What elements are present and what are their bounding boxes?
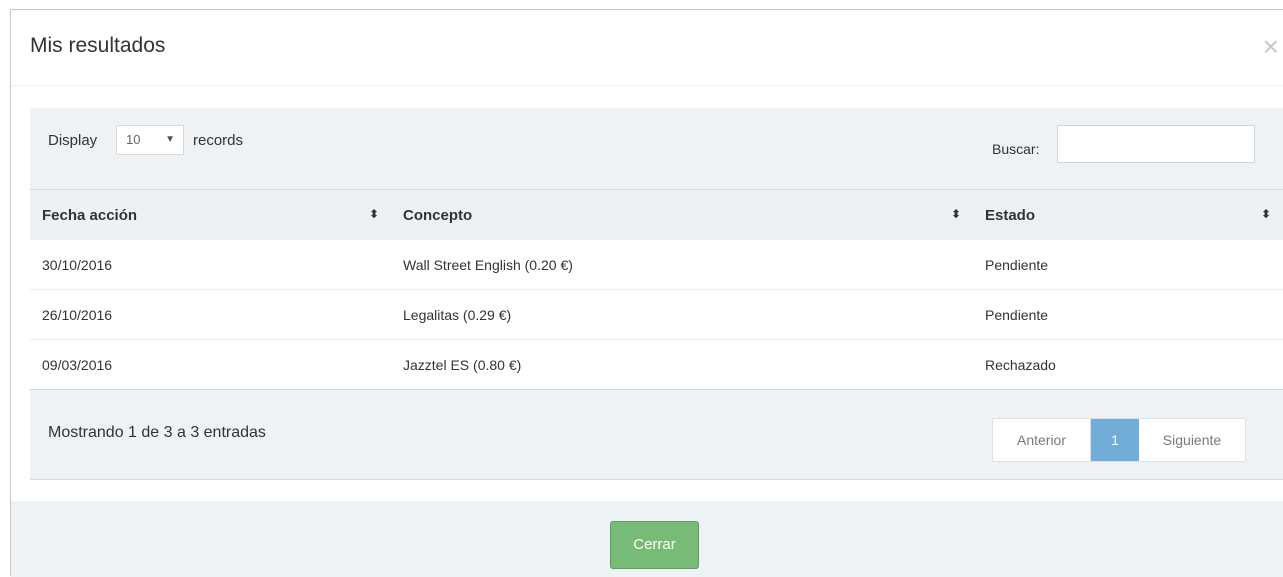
search-label: Buscar: — [992, 141, 1040, 157]
display-label: Display — [48, 132, 98, 149]
search-input[interactable] — [1057, 125, 1255, 163]
records-label: records — [193, 132, 244, 149]
column-header-label: Estado — [985, 206, 1036, 224]
modal-footer: Cerrar — [11, 501, 1283, 577]
sort-icon: ⬍ — [368, 207, 379, 221]
records-per-page-select[interactable]: 10 ▼ — [116, 125, 184, 155]
previous-page-button[interactable]: Anterior — [993, 419, 1091, 461]
results-table: Fecha acción ⬍ Concepto ⬍ Estado ⬍ 30/10… — [30, 190, 1283, 390]
cell-fecha: 30/10/2016 — [30, 240, 391, 290]
cell-concepto: Legalitas (0.29 €) — [391, 289, 973, 340]
cell-fecha: 09/03/2016 — [30, 339, 391, 390]
sort-icon: ⬍ — [1260, 207, 1271, 221]
table-row: 09/03/2016 Jazztel ES (0.80 €) Rechazado — [30, 339, 1283, 390]
cell-estado: Rechazado — [973, 339, 1283, 390]
table-controls: Display 10 ▼ records Buscar: — [30, 108, 1283, 190]
column-header-estado[interactable]: Estado ⬍ — [973, 190, 1283, 240]
next-page-button[interactable]: Siguiente — [1139, 419, 1245, 461]
close-icon[interactable]: × — [1263, 32, 1279, 62]
table-row: 26/10/2016 Legalitas (0.29 €) Pendiente — [30, 289, 1283, 340]
cell-concepto: Wall Street English (0.20 €) — [391, 240, 973, 290]
cell-concepto: Jazztel ES (0.80 €) — [391, 339, 973, 390]
table-info-text: Mostrando 1 de 3 a 3 entradas — [48, 424, 266, 441]
records-per-page-value: 10 — [126, 132, 141, 147]
pagination: Anterior 1 Siguiente — [992, 418, 1246, 462]
table-header-row: Fecha acción ⬍ Concepto ⬍ Estado ⬍ — [30, 190, 1283, 240]
page-1-button[interactable]: 1 — [1091, 419, 1139, 461]
cell-estado: Pendiente — [973, 240, 1283, 290]
column-header-label: Concepto — [403, 206, 473, 224]
results-modal: Mis resultados × Display 10 ▼ records Bu… — [10, 9, 1283, 577]
table-row: 30/10/2016 Wall Street English (0.20 €) … — [30, 240, 1283, 290]
dropdown-arrow-icon: ▼ — [165, 134, 175, 145]
modal-title: Mis resultados — [30, 34, 166, 57]
cell-fecha: 26/10/2016 — [30, 289, 391, 340]
cell-estado: Pendiente — [973, 289, 1283, 340]
column-header-concepto[interactable]: Concepto ⬍ — [391, 190, 973, 240]
column-header-fecha[interactable]: Fecha acción ⬍ — [30, 190, 391, 240]
panel-divider — [30, 479, 1283, 480]
close-button[interactable]: Cerrar — [610, 521, 699, 569]
datatable-panel: Display 10 ▼ records Buscar: Fecha acció… — [30, 108, 1283, 480]
column-header-label: Fecha acción — [42, 206, 138, 224]
sort-icon: ⬍ — [950, 207, 961, 221]
modal-header: Mis resultados × — [11, 10, 1283, 86]
